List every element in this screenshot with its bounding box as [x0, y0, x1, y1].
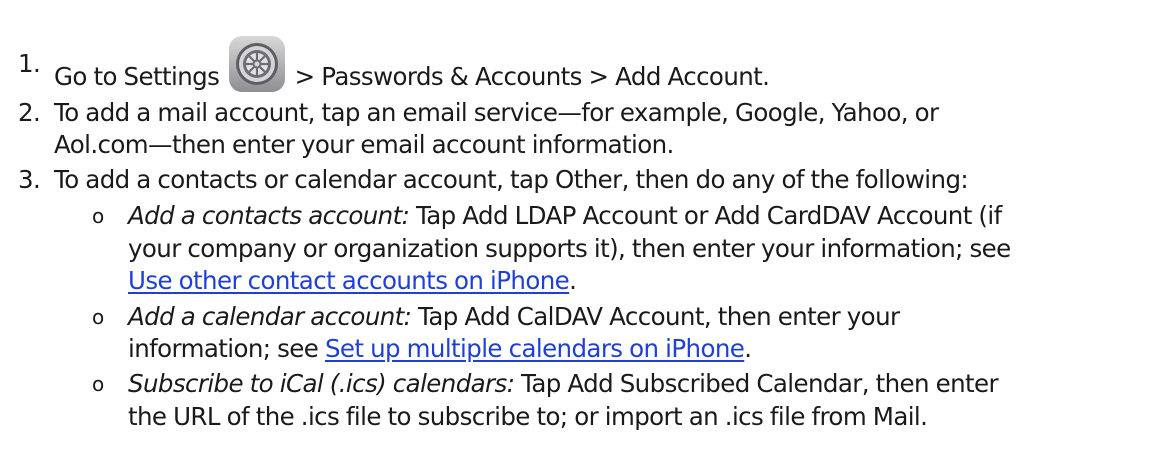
subitem-text: your company or organization supports it…	[128, 234, 1011, 263]
step-text: Aol.com—then enter your email account in…	[54, 130, 674, 159]
step-text: To add a mail account, tap an email serv…	[54, 98, 939, 127]
subitem-ical-line2: the URL of the .ics file to subscribe to…	[128, 402, 928, 432]
settings-gear-icon	[228, 35, 286, 93]
step-2-continuation: Aol.com—then enter your email account in…	[54, 130, 674, 160]
link-suffix: .	[744, 334, 752, 363]
subitem-text: information; see	[128, 334, 325, 363]
link-use-other-contact-accounts[interactable]: Use other contact accounts on iPhone	[128, 266, 570, 295]
subitem-text: the URL of the .ics file to subscribe to…	[128, 402, 928, 431]
subitem-contacts-line3: Use other contact accounts on iPhone.	[128, 266, 577, 296]
subitem-text: Tap Add CalDAV Account, then enter your	[411, 302, 900, 331]
subitem-contacts-line2: your company or organization supports it…	[128, 234, 1011, 264]
step-text: Go to Settings	[54, 62, 220, 91]
subitem-text: Tap Add Subscribed Calendar, then enter	[514, 369, 999, 398]
link-suffix: .	[569, 266, 577, 295]
step-number: 3.	[18, 165, 41, 194]
step-text: To add a contacts or calendar account, t…	[54, 165, 969, 194]
bullet: o	[92, 204, 104, 228]
bullet: o	[92, 305, 104, 329]
step-number: 2.	[18, 98, 41, 127]
subitem-label: Add a contacts account:	[128, 201, 410, 230]
step-number: 1.	[18, 49, 41, 78]
subitem-calendar-line2: information; see Set up multiple calenda…	[128, 334, 752, 364]
subitem-label: Subscribe to iCal (.ics) calendars:	[128, 369, 515, 398]
subitem-text: Tap Add LDAP Account or Add CardDAV Acco…	[409, 201, 1002, 230]
bullet: o	[92, 372, 104, 396]
link-set-up-multiple-calendars[interactable]: Set up multiple calendars on iPhone	[325, 334, 745, 363]
step-text: > Passwords & Accounts > Add Account.	[294, 62, 770, 91]
subitem-label: Add a calendar account:	[128, 302, 412, 331]
